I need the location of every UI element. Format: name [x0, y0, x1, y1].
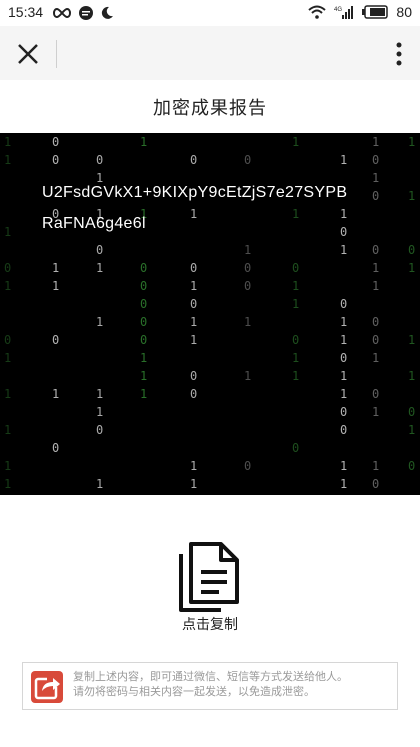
status-notification-icons [52, 5, 114, 21]
copy-document-icon [179, 542, 239, 612]
signal-icon: 4G [334, 6, 354, 19]
battery-level: 80 [396, 4, 412, 20]
svg-text:4G: 4G [334, 7, 342, 13]
notice-line-1: 复制上述内容，即可通过微信、短信等方式发送给他人。 [73, 670, 348, 683]
status-time: 15:34 [8, 4, 44, 20]
share-icon [31, 671, 63, 703]
copy-button[interactable]: 点击复制 [160, 540, 260, 635]
infinity-icon [53, 7, 71, 19]
encrypted-line-2: RaFNA6g4e6l [42, 215, 146, 232]
notice-line-2: 请勿将密码与相关内容一起发送，以免造成泄密。 [73, 685, 315, 698]
close-icon[interactable] [14, 40, 42, 68]
status-right-icons: 4G 80 [308, 4, 412, 20]
toolbar [0, 26, 420, 80]
matrix-column: 1 1 0 1 1 1 0 1 0 [408, 135, 416, 473]
encrypted-line-1: U2FsdGVkX1+9KIXpY9cEtZjS7e27SYPB [42, 184, 348, 201]
toolbar-divider [56, 40, 57, 68]
notice-text: 复制上述内容，即可通过微信、短信等方式发送给他人。 请勿将密码与相关内容一起发送… [73, 669, 393, 699]
more-vertical-icon[interactable] [394, 40, 404, 68]
matrix-panel: 1 1 1 0 1 0 1 1 1 1 1 0 0 0 1 1 0 1 0 0 … [0, 133, 420, 495]
wifi-icon [308, 5, 327, 19]
battery-icon [362, 5, 389, 19]
moon-icon [101, 6, 113, 19]
page-title: 加密成果报告 [153, 98, 267, 119]
matrix-column: 1 1 1 0 1 0 1 1 1 1 1 [4, 135, 12, 491]
encrypted-text: U2FsdGVkX1+9KIXpY9cEtZjS7e27SYPB RaFNA6g… [42, 177, 392, 239]
message-icon [79, 6, 93, 20]
notice-box: 复制上述内容，即可通过微信、短信等方式发送给他人。 请勿将密码与相关内容一起发送… [22, 662, 398, 710]
status-bar: 15:34 4G 80 [0, 0, 420, 26]
copy-label: 点击复制 [182, 617, 238, 633]
